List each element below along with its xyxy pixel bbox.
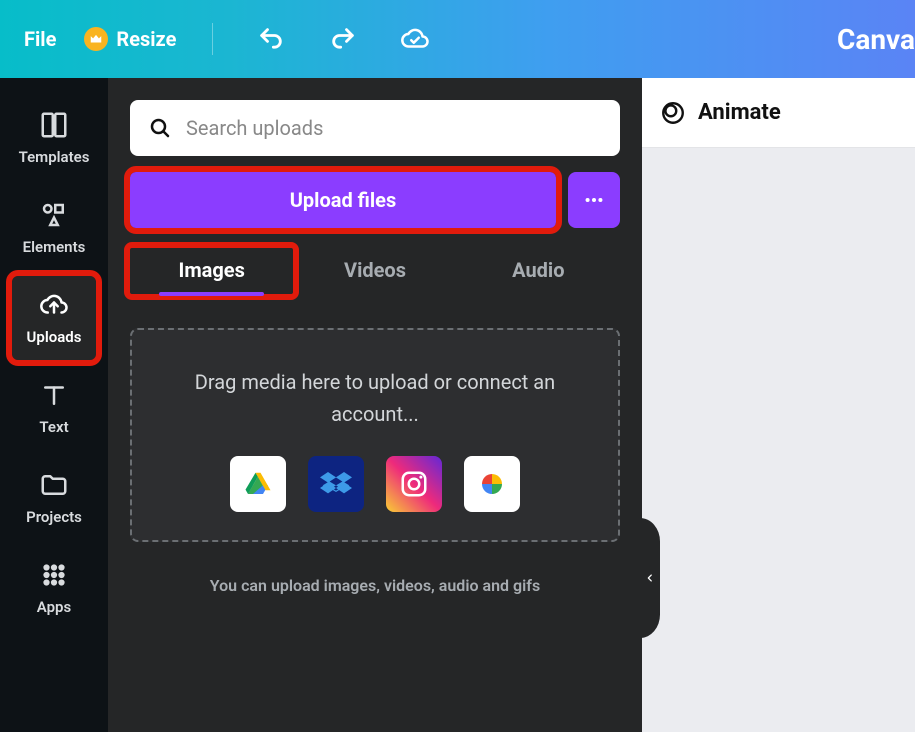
crown-icon (84, 27, 108, 51)
uploads-panel: Upload files Images Videos Audio Drag me… (108, 78, 642, 732)
connect-instagram[interactable] (386, 456, 442, 512)
sidebar-item-label: Elements (23, 238, 86, 256)
undo-icon (257, 25, 285, 53)
sidebar-item-label: Uploads (27, 328, 82, 346)
service-icons (230, 456, 520, 512)
animate-label: Animate (698, 100, 781, 125)
tab-images[interactable]: Images (130, 248, 293, 294)
upload-hint: You can upload images, videos, audio and… (130, 576, 620, 595)
sidebar-item-apps[interactable]: Apps (12, 546, 96, 630)
connect-google-photos[interactable] (464, 456, 520, 512)
collapse-panel-button[interactable] (640, 518, 660, 638)
projects-icon (39, 470, 69, 500)
upload-row: Upload files (130, 172, 620, 228)
tab-videos[interactable]: Videos (293, 248, 456, 294)
animate-icon (660, 100, 686, 126)
sidebar-item-templates[interactable]: Templates (12, 96, 96, 180)
resize-label: Resize (116, 27, 176, 51)
brand-logo: Canva (837, 0, 915, 78)
sidebar-item-label: Templates (19, 148, 90, 166)
redo-icon (329, 25, 357, 53)
redo-button[interactable] (321, 17, 365, 61)
more-icon (583, 189, 605, 211)
top-bar: File Resize Canva (0, 0, 915, 78)
dropzone-text: Drag media here to upload or connect an … (156, 366, 594, 430)
text-icon (39, 380, 69, 410)
undo-button[interactable] (249, 17, 293, 61)
canvas-toolbar: Animate (642, 78, 915, 148)
canvas-area: Animate (642, 78, 915, 732)
upload-files-button[interactable]: Upload files (130, 172, 556, 228)
sidebar-item-projects[interactable]: Projects (12, 456, 96, 540)
upload-dropzone[interactable]: Drag media here to upload or connect an … (130, 328, 620, 542)
cloud-check-icon (400, 24, 430, 54)
left-sidebar: Templates Elements Uploads Text Projects… (0, 78, 108, 732)
elements-icon (39, 200, 69, 230)
media-tabs: Images Videos Audio (130, 248, 620, 294)
search-input[interactable] (186, 116, 602, 140)
connect-google-drive[interactable] (230, 456, 286, 512)
sidebar-item-label: Projects (26, 508, 82, 526)
uploads-icon (39, 290, 69, 320)
resize-button[interactable]: Resize (84, 27, 176, 51)
google-photos-icon (477, 469, 507, 499)
chevron-left-icon (645, 573, 655, 583)
upload-more-button[interactable] (568, 172, 620, 228)
search-input-container[interactable] (130, 100, 620, 156)
connect-dropbox[interactable] (308, 456, 364, 512)
tab-audio[interactable]: Audio (457, 248, 620, 294)
sidebar-item-text[interactable]: Text (12, 366, 96, 450)
animate-button[interactable]: Animate (660, 100, 781, 126)
templates-icon (39, 110, 69, 140)
apps-icon (39, 560, 69, 590)
instagram-icon (399, 469, 429, 499)
main-area: Templates Elements Uploads Text Projects… (0, 78, 915, 732)
search-icon (148, 116, 172, 140)
toolbar-divider (212, 23, 213, 55)
sidebar-item-label: Text (39, 418, 68, 436)
dropbox-icon (320, 468, 352, 500)
file-menu[interactable]: File (24, 27, 56, 51)
sidebar-item-uploads[interactable]: Uploads (12, 276, 96, 360)
sync-status-button[interactable] (393, 17, 437, 61)
sidebar-item-elements[interactable]: Elements (12, 186, 96, 270)
google-drive-icon (243, 469, 273, 499)
sidebar-item-label: Apps (37, 598, 71, 616)
